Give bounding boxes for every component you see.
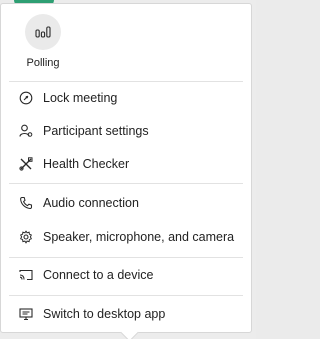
speaker-microphone-camera-item[interactable]: Speaker, microphone, and camera xyxy=(1,223,251,251)
health-checker-item[interactable]: Health Checker xyxy=(1,150,251,178)
lock-meeting-item[interactable]: Lock meeting xyxy=(1,84,251,112)
cast-icon xyxy=(19,268,33,282)
audio-connection-label: Audio connection xyxy=(43,196,139,210)
divider xyxy=(9,81,243,82)
connect-to-device-label: Connect to a device xyxy=(43,268,154,282)
polling-button[interactable] xyxy=(25,14,61,50)
lock-meeting-icon xyxy=(19,91,33,105)
app-stage: Polling Lock meeting Participant setting… xyxy=(0,0,256,339)
more-options-menu: Polling Lock meeting Participant setting… xyxy=(0,3,252,339)
speaker-microphone-camera-label: Speaker, microphone, and camera xyxy=(43,230,235,244)
switch-to-desktop-app-item[interactable]: Switch to desktop app xyxy=(1,300,251,328)
connect-to-device-item[interactable]: Connect to a device xyxy=(1,261,251,289)
polling-section: Polling xyxy=(21,14,65,69)
gear-icon xyxy=(19,230,33,244)
lock-meeting-label: Lock meeting xyxy=(43,91,118,105)
audio-connection-item[interactable]: Audio connection xyxy=(1,189,251,217)
participant-settings-item[interactable]: Participant settings xyxy=(1,117,251,145)
participant-settings-icon xyxy=(19,124,33,138)
divider xyxy=(9,257,243,258)
switch-to-desktop-app-label: Switch to desktop app xyxy=(43,307,166,321)
health-checker-label: Health Checker xyxy=(43,157,130,171)
polling-icon xyxy=(35,26,51,38)
phone-icon xyxy=(19,196,33,210)
desktop-app-icon xyxy=(19,307,33,321)
participant-settings-label: Participant settings xyxy=(43,124,149,138)
polling-label: Polling xyxy=(26,57,60,69)
divider xyxy=(9,295,243,296)
health-checker-icon xyxy=(19,157,33,171)
divider xyxy=(9,183,243,184)
